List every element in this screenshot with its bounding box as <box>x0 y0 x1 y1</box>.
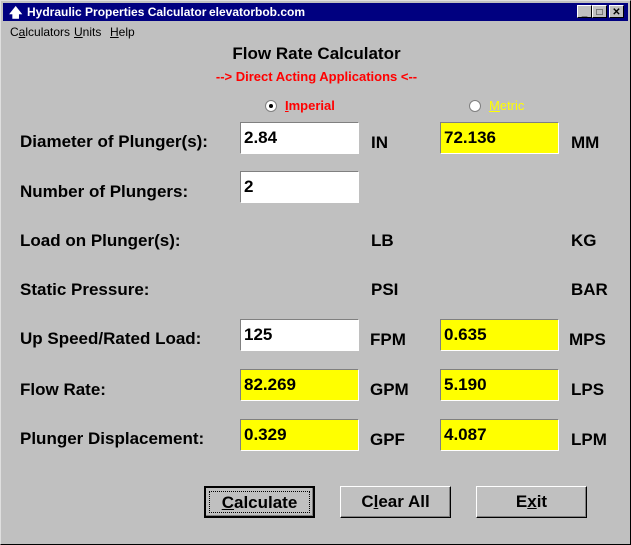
unit-flow-metric: LPS <box>571 380 605 399</box>
label-displacement: Plunger Displacement: <box>20 429 205 448</box>
page-title: Flow Rate Calculator <box>232 44 401 63</box>
window-title: Hydraulic Properties Calculator <box>27 5 207 19</box>
app-window: 🡅 Hydraulic Properties Calculator elevat… <box>0 0 631 545</box>
radio-imperial[interactable]: Imperial <box>265 98 335 113</box>
arrow-up-icon: 🡅 <box>9 5 23 20</box>
clear-all-button[interactable]: Clear All <box>340 486 451 518</box>
unit-load-imperial: LB <box>371 231 394 250</box>
label-static-pressure: Static Pressure: <box>20 280 150 299</box>
up-speed-metric-output[interactable] <box>440 319 559 351</box>
title-bar[interactable]: 🡅 Hydraulic Properties Calculator elevat… <box>3 3 628 21</box>
close-icon: ✕ <box>612 7 621 18</box>
unit-diameter-metric: MM <box>571 133 600 152</box>
unit-pressure-metric: BAR <box>571 280 608 299</box>
unit-diameter-imperial: IN <box>371 133 388 152</box>
window-site: elevatorbob.com <box>209 5 306 19</box>
plunger-count-input[interactable] <box>240 171 359 203</box>
close-button[interactable]: ✕ <box>609 5 624 18</box>
calculate-button[interactable]: Calculate <box>204 486 315 518</box>
radio-unselected-icon <box>469 99 481 112</box>
radio-selected-icon <box>265 99 277 112</box>
label-load: Load on Plunger(s): <box>20 231 181 250</box>
up-speed-input[interactable] <box>240 319 359 351</box>
menu-calculators[interactable]: Calculators <box>10 25 70 39</box>
label-up-speed: Up Speed/Rated Load: <box>20 329 202 348</box>
maximize-button[interactable]: □ <box>592 5 607 18</box>
minimize-button[interactable]: _ <box>577 5 592 18</box>
exit-button[interactable]: Exit <box>476 486 587 518</box>
diameter-metric-output[interactable] <box>440 122 559 154</box>
unit-speed-metric: MPS <box>569 330 606 349</box>
label-plunger-count: Number of Plungers: <box>20 182 189 201</box>
flow-rate-output[interactable] <box>240 369 359 401</box>
displacement-output[interactable] <box>240 419 359 451</box>
menu-units[interactable]: Units <box>74 25 101 39</box>
minimize-icon: _ <box>581 7 588 18</box>
page-subtitle: --> Direct Acting Applications <-- <box>215 69 418 84</box>
diameter-input[interactable] <box>240 122 359 154</box>
unit-pressure-imperial: PSI <box>371 280 399 299</box>
flow-rate-metric-output[interactable] <box>440 369 559 401</box>
unit-displacement-imperial: GPF <box>370 430 405 449</box>
displacement-metric-output[interactable] <box>440 419 559 451</box>
unit-load-metric: KG <box>571 231 597 250</box>
unit-speed-imperial: FPM <box>370 330 406 349</box>
radio-metric[interactable]: Metric <box>469 98 524 113</box>
menu-help[interactable]: Help <box>110 25 135 39</box>
label-flow-rate: Flow Rate: <box>20 380 106 399</box>
unit-flow-imperial: GPM <box>370 380 409 399</box>
label-diameter: Diameter of Plunger(s): <box>20 132 208 151</box>
maximize-icon: □ <box>596 7 603 18</box>
unit-displacement-metric: LPM <box>571 430 607 449</box>
